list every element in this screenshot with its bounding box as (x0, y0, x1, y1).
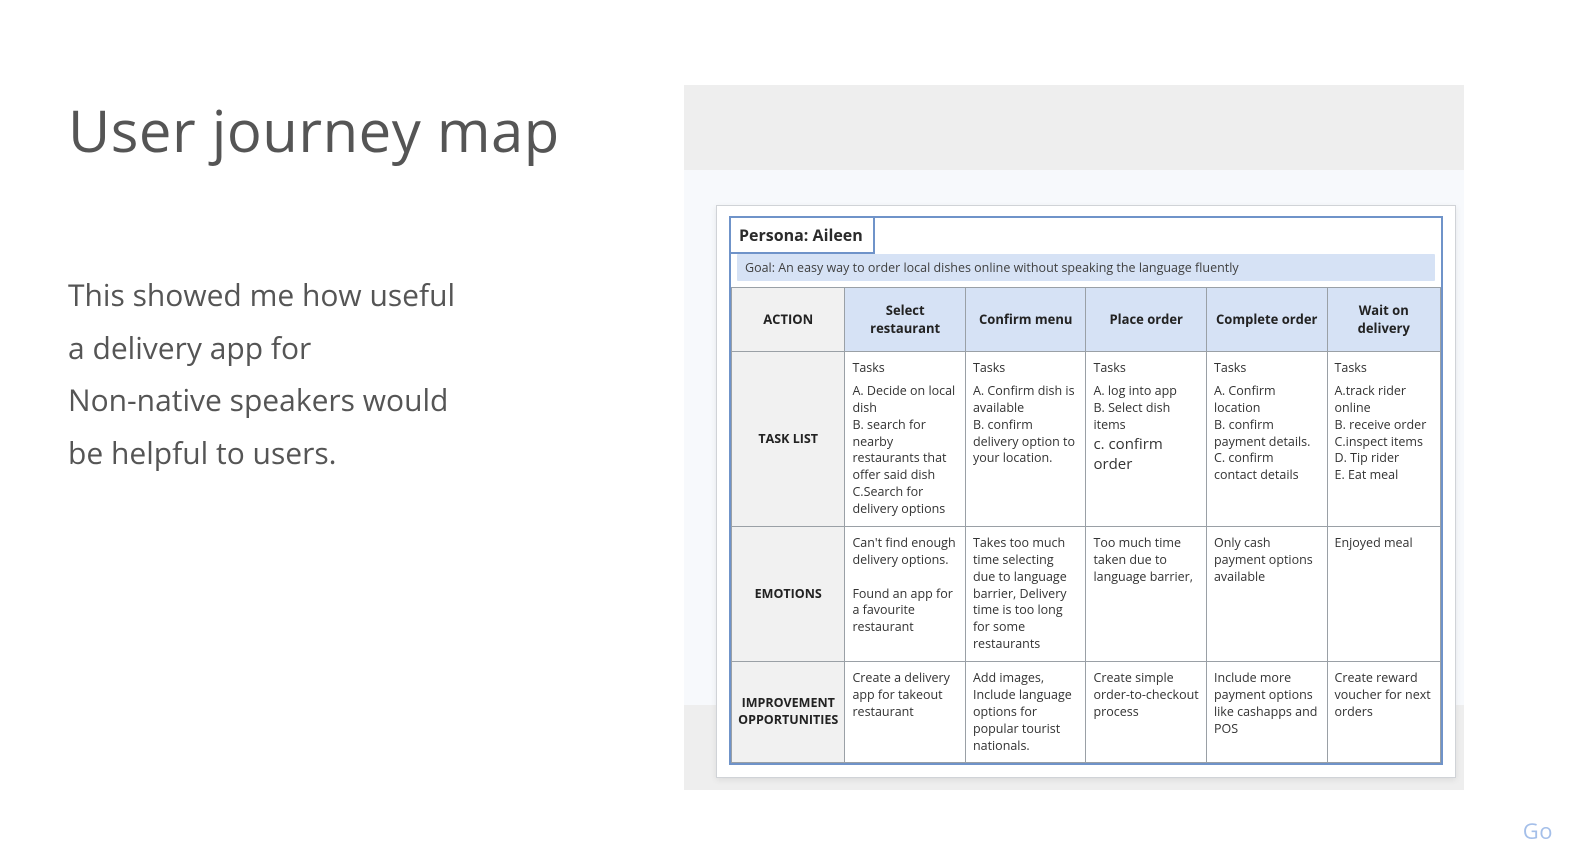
cell-improve-c3: Create simple order-to-checkout process (1086, 662, 1207, 763)
rowhead-emotions: EMOTIONS (732, 526, 845, 661)
row-task-list: TASK LIST Tasks A. Decide on local dish … (732, 352, 1441, 527)
tasks-label: Tasks (852, 360, 958, 377)
cell-text: A. log into app (1093, 382, 1176, 399)
body-line: a delivery app for (68, 322, 628, 375)
cell-text: A. Confirm dish is available B. confirm … (973, 382, 1075, 467)
rowhead-improvement: IMPROVEMENT OPPORTUNITIES (732, 662, 845, 763)
col-complete-order: Complete order (1206, 288, 1327, 352)
tasks-label: Tasks (1335, 360, 1434, 377)
tasks-label: Tasks (1214, 360, 1320, 377)
tasks-label: Tasks (973, 360, 1079, 377)
journey-map-inner: Persona: Aileen Goal: An easy way to ord… (729, 216, 1443, 765)
body-text: This showed me how useful a delivery app… (68, 269, 628, 479)
body-line: Non-native speakers would (68, 374, 628, 427)
goal-text: Goal: An easy way to order local dishes … (737, 254, 1435, 281)
col-select-restaurant: Select restaurant (845, 288, 966, 352)
cell-emotion-c5: Enjoyed meal (1327, 526, 1441, 661)
cell-text: B. Select dish items (1093, 399, 1170, 433)
cell-task-c5: Tasks A.track rider online B. receive or… (1327, 352, 1441, 527)
cell-improve-c1: Create a delivery app for takeout restau… (845, 662, 966, 763)
cell-emotion-c3: Too much time taken due to language barr… (1086, 526, 1207, 661)
row-emotions: EMOTIONS Can't find enough delivery opti… (732, 526, 1441, 661)
cell-improve-c5: Create reward voucher for next orders (1327, 662, 1441, 763)
left-column: User journey map This showed me how usef… (68, 90, 628, 479)
rowhead-task-list: TASK LIST (732, 352, 845, 527)
persona-label: Persona: Aileen (731, 218, 875, 254)
cell-task-c3: Tasks A. log into app B. Select dish ite… (1086, 352, 1207, 527)
col-action: ACTION (732, 288, 845, 352)
slide-stage: User journey map This showed me how usef… (0, 0, 1583, 854)
col-confirm-menu: Confirm menu (965, 288, 1086, 352)
cell-improve-c4: Include more payment options like cashap… (1206, 662, 1327, 763)
cell-task-c1: Tasks A. Decide on local dish B. search … (845, 352, 966, 527)
row-improvement: IMPROVEMENT OPPORTUNITIES Create a deliv… (732, 662, 1441, 763)
cell-emotion-c2: Takes too much time selecting due to lan… (965, 526, 1086, 661)
page-title: User journey map (68, 90, 628, 169)
col-wait-delivery: Wait on delivery (1327, 288, 1441, 352)
cell-text: c. confirm order (1093, 434, 1162, 474)
cell-text: A. Confirm location B. confirm payment d… (1214, 382, 1310, 483)
cell-emotion-c4: Only cash payment options available (1206, 526, 1327, 661)
cell-text: A.track rider online B. receive order C.… (1335, 382, 1427, 483)
cell-text: A. Decide on local dish B. search for ne… (852, 382, 955, 517)
body-line: be helpful to users. (68, 427, 628, 480)
journey-table: ACTION Select restaurant Confirm menu Pl… (731, 287, 1441, 763)
cell-improve-c2: Add images, Include language options for… (965, 662, 1086, 763)
cell-task-c4: Tasks A. Confirm location B. confirm pay… (1206, 352, 1327, 527)
col-place-order: Place order (1086, 288, 1207, 352)
footer-watermark: Go (1523, 816, 1553, 846)
journey-map-card: Persona: Aileen Goal: An easy way to ord… (716, 205, 1456, 778)
table-header-row: ACTION Select restaurant Confirm menu Pl… (732, 288, 1441, 352)
cell-task-c2: Tasks A. Confirm dish is available B. co… (965, 352, 1086, 527)
persona-header: Persona: Aileen Goal: An easy way to ord… (731, 218, 1441, 281)
tasks-label: Tasks (1093, 360, 1199, 377)
body-line: This showed me how useful (68, 269, 628, 322)
cell-emotion-c1: Can't find enough delivery options. Foun… (845, 526, 966, 661)
